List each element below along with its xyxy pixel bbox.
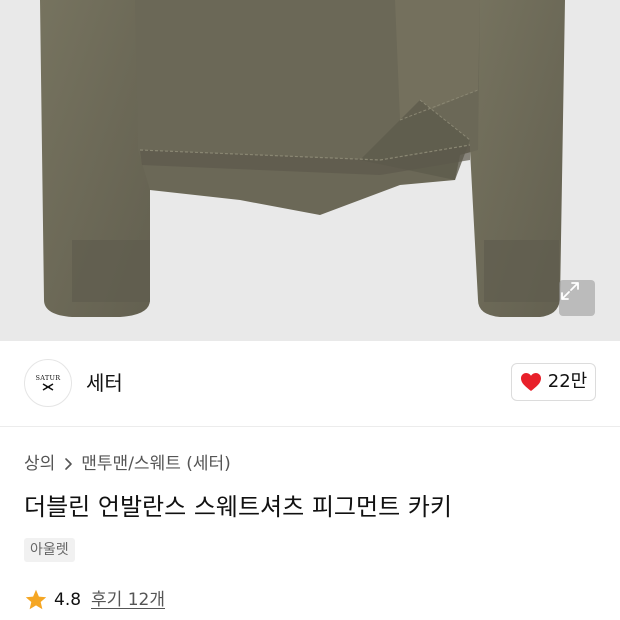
like-count: 22만: [547, 371, 588, 392]
expand-image-button[interactable]: [559, 280, 595, 316]
rating-row: 4.8 후기 12개: [24, 586, 165, 614]
chevron-right-icon: [63, 457, 73, 471]
brand-logo-mark-icon: [42, 383, 54, 391]
breadcrumb-item-category[interactable]: 상의: [24, 452, 55, 476]
heart-icon: [520, 373, 541, 391]
brand-logo[interactable]: SATUR: [24, 359, 72, 407]
sweatshirt-illustration: [40, 0, 565, 317]
brand-row: SATUR 세터 22만: [0, 341, 620, 427]
breadcrumb-item-subcategory[interactable]: 맨투맨/스웨트 (세터): [81, 452, 231, 476]
outlet-tag: 아울렛: [24, 538, 75, 562]
product-image: [0, 0, 620, 341]
star-icon: [25, 589, 47, 610]
like-button[interactable]: 22만: [511, 363, 596, 401]
expand-icon: [561, 282, 579, 300]
brand-logo-text: SATUR: [35, 373, 61, 382]
breadcrumb: 상의 맨투맨/스웨트 (세터): [24, 452, 231, 476]
rating-value: 4.8: [54, 590, 82, 610]
brand-name[interactable]: 세터: [86, 369, 123, 397]
product-title: 더블린 언발란스 스웨트셔츠 피그먼트 카키: [24, 493, 452, 521]
review-count-link[interactable]: 후기 12개: [91, 586, 165, 614]
